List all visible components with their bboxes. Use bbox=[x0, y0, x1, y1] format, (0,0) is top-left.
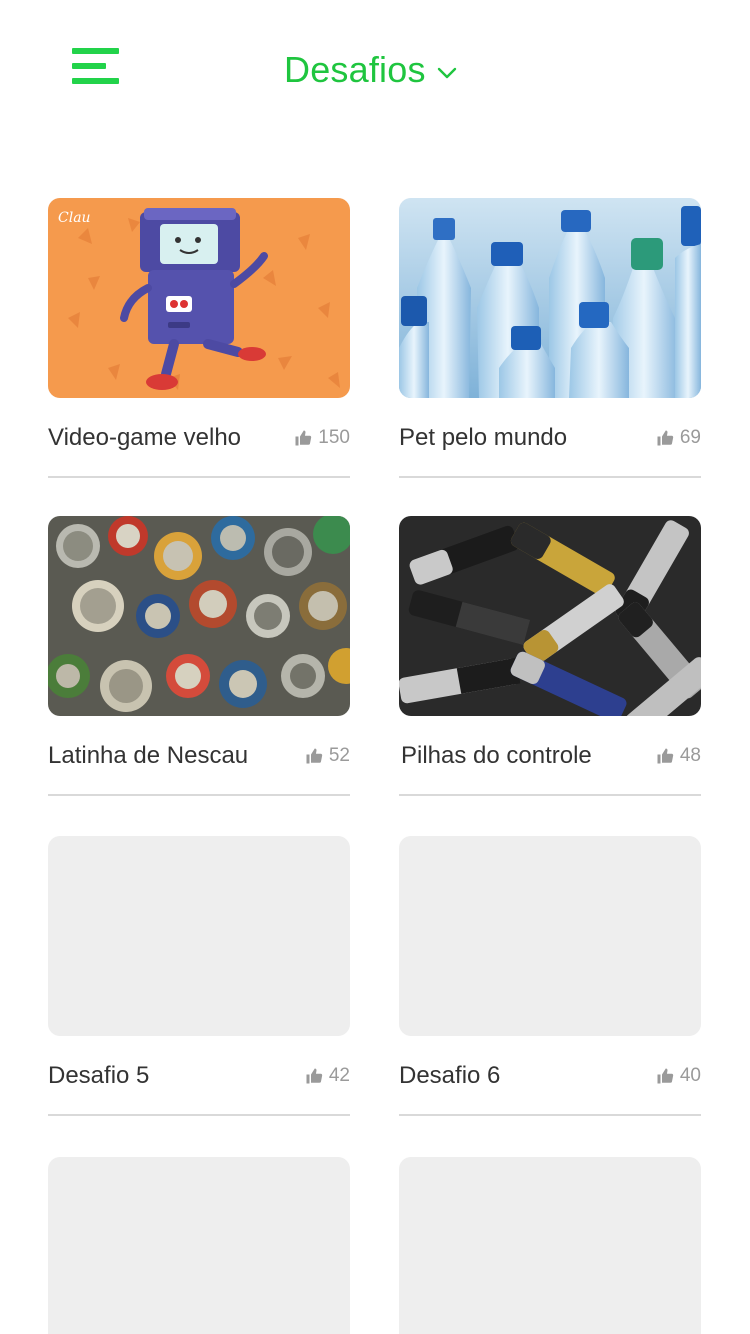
like-count-value: 69 bbox=[679, 427, 701, 448]
thumbs-up-icon bbox=[657, 748, 674, 764]
challenge-grid: Clau Video-game velho 150 Pet pelo mundo… bbox=[0, 0, 750, 1334]
card-divider bbox=[48, 794, 350, 796]
like-count-value: 40 bbox=[679, 1065, 701, 1086]
challenge-title: Video-game velho bbox=[48, 424, 242, 451]
like-count[interactable]: 40 bbox=[656, 1065, 701, 1087]
challenge-image bbox=[399, 516, 701, 716]
like-count-value: 48 bbox=[679, 745, 701, 766]
like-count-value: 42 bbox=[328, 1065, 350, 1086]
challenge-image-placeholder bbox=[48, 1157, 350, 1334]
challenge-title: Latinha de Nescau bbox=[48, 742, 249, 769]
card-divider bbox=[48, 1114, 350, 1116]
challenge-card[interactable]: Clau Video-game velho 150 bbox=[48, 198, 350, 478]
like-count[interactable]: 69 bbox=[656, 427, 701, 449]
thumbs-up-icon bbox=[657, 1068, 674, 1084]
challenge-image bbox=[48, 516, 350, 716]
challenge-title: Pilhas do controle bbox=[401, 742, 592, 769]
like-count[interactable]: 48 bbox=[656, 745, 701, 767]
challenge-card[interactable]: Pet pelo mundo 69 bbox=[399, 198, 701, 478]
like-count-value: 52 bbox=[328, 745, 350, 766]
thumbs-up-icon bbox=[295, 430, 312, 446]
card-divider bbox=[399, 476, 701, 478]
challenge-card[interactable]: Desafio 5 42 bbox=[48, 836, 350, 1116]
challenge-card[interactable] bbox=[399, 1157, 701, 1334]
challenge-image-placeholder bbox=[399, 836, 701, 1036]
challenge-title: Desafio 6 bbox=[399, 1062, 501, 1089]
like-count[interactable]: 150 bbox=[294, 427, 350, 449]
thumbs-up-icon bbox=[657, 430, 674, 446]
thumbs-up-icon bbox=[306, 748, 323, 764]
thumbs-up-icon bbox=[306, 1068, 323, 1084]
challenge-title: Pet pelo mundo bbox=[399, 424, 568, 451]
card-divider bbox=[48, 476, 350, 478]
challenge-image-placeholder bbox=[399, 1157, 701, 1334]
challenge-image-placeholder bbox=[48, 836, 350, 1036]
card-divider bbox=[399, 794, 701, 796]
like-count[interactable]: 52 bbox=[305, 745, 350, 767]
challenge-image: Clau bbox=[48, 198, 350, 398]
challenge-card[interactable] bbox=[48, 1157, 350, 1334]
challenge-card[interactable]: Desafio 6 40 bbox=[399, 836, 701, 1116]
challenge-card[interactable]: Latinha de Nescau 52 bbox=[48, 516, 350, 796]
challenge-card[interactable]: Pilhas do controle 48 bbox=[399, 516, 701, 796]
svg-text:Clau: Clau bbox=[58, 210, 91, 226]
challenge-image bbox=[399, 198, 701, 398]
card-divider bbox=[399, 1114, 701, 1116]
challenge-title: Desafio 5 bbox=[48, 1062, 150, 1089]
like-count-value: 150 bbox=[318, 427, 350, 448]
like-count[interactable]: 42 bbox=[305, 1065, 350, 1087]
